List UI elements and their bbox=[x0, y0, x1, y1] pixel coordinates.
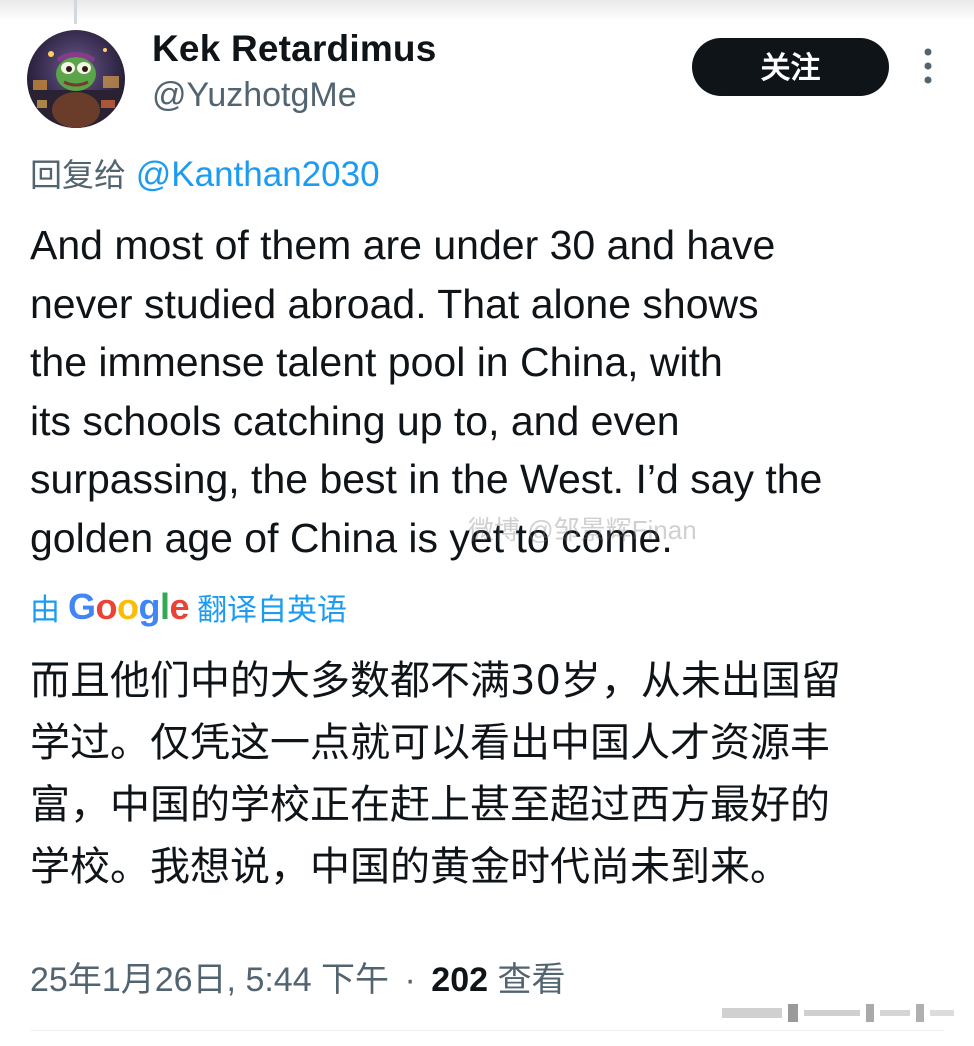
reply-prefix: 回复给 bbox=[30, 156, 127, 194]
avatar[interactable] bbox=[27, 30, 125, 128]
translated-text-line: 富，中国的学校正在赶上甚至超过西方最好的 bbox=[30, 782, 830, 828]
translated-text-line: 而且他们中的大多数都不满30岁，从未出国留 bbox=[30, 658, 841, 704]
more-vertical-icon[interactable] bbox=[916, 44, 940, 88]
views-label: 查看 bbox=[497, 961, 566, 999]
tweet-text-line: surpassing, the best in the West. I’d sa… bbox=[30, 456, 823, 502]
thread-connector-line bbox=[74, 0, 77, 24]
follow-button[interactable]: 关注 bbox=[692, 38, 889, 96]
translated-text-line: 学校。我想说，中国的黄金时代尚未到来。 bbox=[30, 844, 790, 890]
tweet-text-line: never studied abroad. That alone shows bbox=[30, 280, 759, 327]
google-logo: Google bbox=[68, 586, 190, 627]
translation-by-label: 由 bbox=[30, 593, 60, 628]
translated-text-line: 学过。仅凭这一点就可以看出中国人才资源丰 bbox=[30, 720, 830, 766]
tweet-timestamp[interactable]: 25年1月26日, 5:44 下午 bbox=[30, 961, 389, 999]
tweet-meta: 25年1月26日, 5:44 下午 · 202 查看 bbox=[30, 952, 565, 1001]
meta-separator: · bbox=[404, 961, 416, 999]
user-handle[interactable]: @YuzhotgMe bbox=[152, 76, 357, 115]
top-edge-shadow bbox=[0, 0, 974, 22]
tweet-text-line: And most of them are under 30 and have bbox=[30, 222, 776, 268]
corner-stamp-graphic bbox=[722, 1000, 954, 1026]
views-count: 202 bbox=[431, 961, 489, 999]
tweet-text-line: its schools catching up to, and even bbox=[30, 397, 680, 444]
reply-context: 回复给 @Kanthan2030 bbox=[30, 150, 380, 196]
display-name[interactable]: Kek Retardimus bbox=[152, 28, 437, 70]
translation-attribution[interactable]: 由 Google 翻译自英语 bbox=[30, 585, 347, 629]
tweet-text-translated: 而且他们中的大多数都不满30岁，从未出国留 学过。仅凭这一点就可以看出中国人才资… bbox=[30, 650, 950, 898]
translation-suffix-label: 翻译自英语 bbox=[197, 593, 348, 628]
bottom-divider bbox=[30, 1030, 944, 1031]
watermark: 微博 @邹景辉Finan bbox=[468, 515, 697, 545]
reply-mention-link[interactable]: @Kanthan2030 bbox=[136, 155, 380, 194]
tweet-text-line: the immense talent pool in China, with bbox=[30, 339, 723, 385]
pepe-frog-avatar-icon bbox=[27, 30, 125, 128]
